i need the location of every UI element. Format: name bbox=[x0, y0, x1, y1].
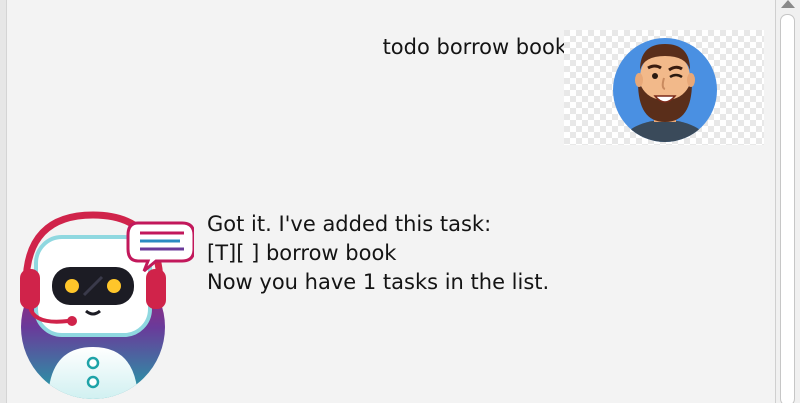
bot-message-line: Got it. I've added this task: bbox=[207, 212, 492, 236]
bot-message-line: [T][ ] borrow book bbox=[207, 241, 397, 265]
bot-message: Got it. I've added this task: [T][ ] bor… bbox=[207, 210, 549, 297]
user-message-text: todo borrow book bbox=[382, 35, 567, 59]
bot-message-line: Now you have 1 tasks in the list. bbox=[207, 270, 550, 294]
scrollbar-thumb[interactable] bbox=[780, 14, 795, 403]
vertical-scrollbar[interactable] bbox=[775, 0, 800, 403]
user-avatar-icon bbox=[564, 30, 764, 145]
chat-window: todo borrow book Got it. I've added this… bbox=[0, 0, 800, 403]
window-left-edge bbox=[0, 0, 7, 403]
scroll-up-arrow-icon[interactable] bbox=[781, 0, 795, 8]
robot-avatar-icon bbox=[20, 211, 194, 399]
